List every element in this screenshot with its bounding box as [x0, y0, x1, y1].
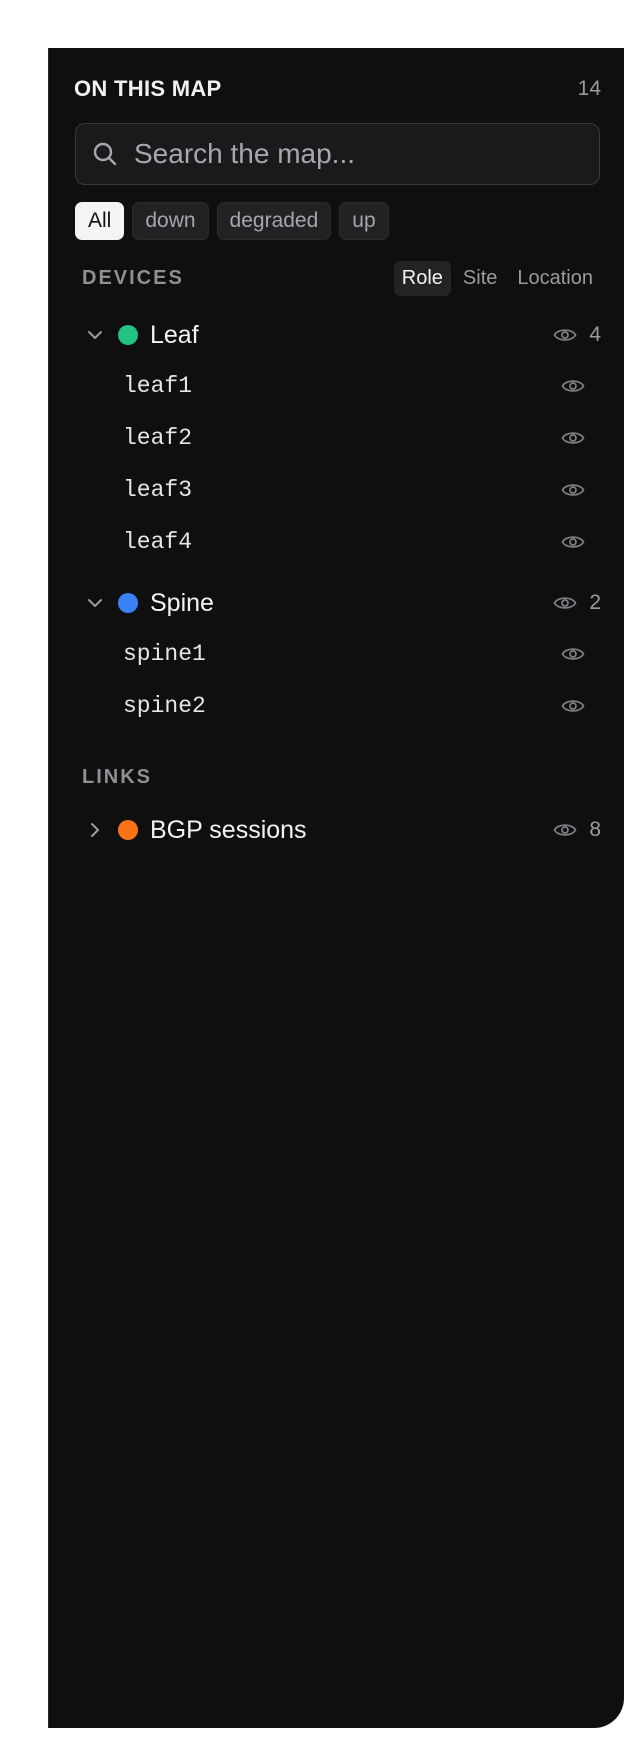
device-name: spine1 [123, 641, 206, 667]
group-name: BGP sessions [150, 815, 307, 844]
eye-icon[interactable] [553, 323, 577, 347]
search-icon [92, 140, 120, 168]
link-group-bgp-sessions[interactable]: BGP sessions 8 [82, 810, 601, 850]
device-group-leaf[interactable]: Leaf 4 [82, 315, 601, 355]
device-item[interactable]: leaf1 [123, 366, 585, 406]
eye-icon[interactable] [561, 694, 585, 718]
device-group-spine[interactable]: Spine 2 [82, 583, 601, 623]
devices-label: DEVICES [82, 267, 184, 289]
device-item[interactable]: leaf4 [123, 522, 585, 562]
group-by-role[interactable]: Role [393, 261, 451, 296]
eye-icon[interactable] [553, 818, 577, 842]
device-item[interactable]: spine2 [123, 686, 585, 726]
search-input[interactable] [134, 138, 599, 170]
eye-icon[interactable] [561, 426, 585, 450]
links-section-header: LINKS [82, 766, 601, 789]
status-filters: All down degraded up [75, 202, 389, 240]
device-name: leaf1 [123, 373, 193, 399]
device-item[interactable]: leaf3 [123, 470, 585, 510]
map-legend-panel: ON THIS MAP 14 All down degraded up DEVI… [48, 48, 624, 1728]
group-name: Spine [150, 588, 214, 617]
search-box[interactable] [75, 123, 600, 185]
group-count: 8 [589, 818, 601, 841]
filter-up[interactable]: up [339, 202, 389, 240]
chevron-right-icon[interactable] [86, 821, 104, 839]
device-name: leaf4 [123, 529, 193, 555]
eye-icon[interactable] [561, 478, 585, 502]
group-color-dot [118, 593, 138, 613]
device-name: spine2 [123, 693, 206, 719]
eye-icon[interactable] [561, 530, 585, 554]
panel-header: ON THIS MAP 14 [74, 74, 601, 104]
eye-icon[interactable] [561, 642, 585, 666]
group-color-dot [118, 820, 138, 840]
total-count: 14 [577, 77, 601, 100]
filter-degraded[interactable]: degraded [216, 202, 332, 240]
device-item[interactable]: leaf2 [123, 418, 585, 458]
filter-down[interactable]: down [132, 202, 209, 240]
group-count: 4 [589, 323, 601, 346]
group-count: 2 [589, 591, 601, 614]
chevron-down-icon[interactable] [86, 594, 104, 612]
eye-icon[interactable] [561, 374, 585, 398]
devices-section-header: DEVICES Role Site Location [82, 261, 601, 296]
group-name: Leaf [150, 320, 199, 349]
group-color-dot [118, 325, 138, 345]
filter-all[interactable]: All [75, 202, 125, 240]
chevron-down-icon[interactable] [86, 326, 104, 344]
links-label: LINKS [82, 766, 152, 788]
device-item[interactable]: spine1 [123, 634, 585, 674]
device-name: leaf2 [123, 425, 193, 451]
group-by-site[interactable]: Site [455, 261, 505, 296]
group-by-location[interactable]: Location [509, 261, 601, 296]
eye-icon[interactable] [553, 591, 577, 615]
device-name: leaf3 [123, 477, 193, 503]
group-by-toggle: Role Site Location [393, 261, 601, 296]
panel-title: ON THIS MAP [74, 76, 222, 101]
